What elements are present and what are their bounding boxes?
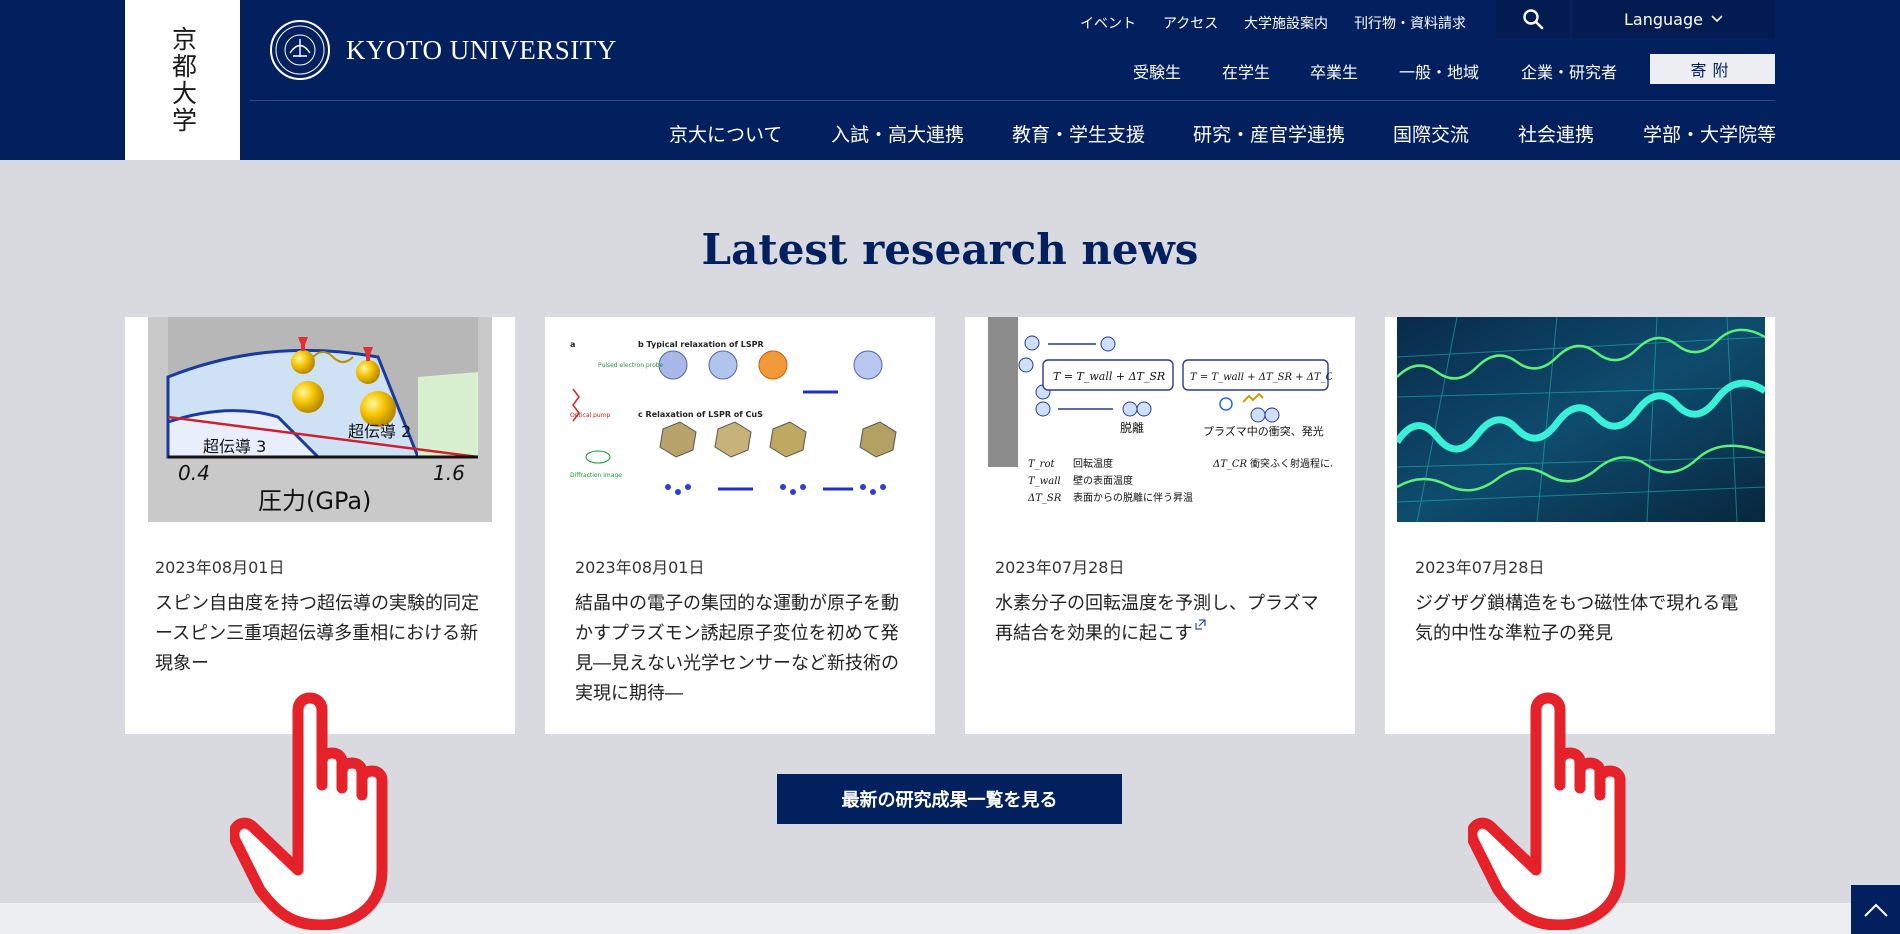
news-title[interactable]: 結晶中の電子の集団的な運動が原子を動かすプラズモン誘起原子変位を初めて発見―見え… (575, 589, 910, 709)
figure-label-plasma: プラズマ中の衝突、発光 (1203, 424, 1324, 438)
svg-text:T_wall: T_wall (1028, 476, 1061, 487)
util-link-facilities[interactable]: 大学施設案内 (1244, 13, 1328, 33)
donate-button[interactable]: 寄附 (1650, 54, 1775, 84)
figure-label-sr: 表面からの脱離に伴う昇温 (1073, 491, 1193, 504)
svg-text:ΔT_SR: ΔT_SR (1027, 493, 1062, 504)
audience-link-alumni[interactable]: 卒業生 (1310, 59, 1358, 83)
news-date: 2023年08月01日 (155, 558, 285, 577)
news-card[interactable]: a b Typical relaxation of LSPR c Relaxat… (545, 317, 935, 734)
language-selector[interactable]: Language (1572, 0, 1775, 38)
news-title[interactable]: スピン自由度を持つ超伝導の実験的同定ースピン三重項超伝導多重相における新現象ー (155, 589, 490, 679)
audience-link-public[interactable]: 一般・地域 (1399, 59, 1479, 83)
brand-vertical-box[interactable]: 京都大学 (125, 0, 240, 160)
news-title[interactable]: ジグザグ鎖構造をもつ磁性体で現れる電気的中性な準粒子の発見 (1415, 589, 1750, 649)
view-all-research-button[interactable]: 最新の研究成果一覧を見る (777, 774, 1122, 824)
figure-panel-c: c Relaxation of LSPR of CuS (638, 410, 763, 419)
figure-label-diffraction: Diffraction image (570, 472, 622, 479)
external-link-icon (1195, 619, 1206, 630)
news-image-phase-diagram: 超伝導 2 超伝導 3 0.4 1.6 圧力(GPa) (148, 317, 492, 522)
news-date: 2023年08月01日 (575, 558, 705, 577)
util-link-access[interactable]: アクセス (1163, 13, 1218, 33)
news-card[interactable]: 超伝導 2 超伝導 3 0.4 1.6 圧力(GPa) 2023年08月01日 … (125, 317, 515, 734)
util-link-publications[interactable]: 刊行物・資料請求 (1354, 13, 1466, 33)
back-to-top-button[interactable] (1851, 885, 1900, 934)
svg-text:T_rot: T_rot (1028, 459, 1055, 470)
news-image-hydrogen-figure: T = T_wall + ΔT_SR T = T_wall + ΔT_SR + … (988, 317, 1332, 522)
main-nav-faculties[interactable]: 学部・大学院等 (1643, 120, 1776, 147)
util-link-events[interactable]: イベント (1080, 13, 1136, 33)
figure-panel-a: a (570, 340, 575, 349)
chevron-up-icon (1863, 903, 1888, 917)
figure-label-wall-temp: 壁の表面温度 (1073, 474, 1133, 487)
news-date: 2023年07月28日 (995, 558, 1125, 577)
news-image-plasmon-figure: a b Typical relaxation of LSPR c Relaxat… (568, 317, 912, 522)
university-seal-icon (270, 20, 330, 80)
brand-vertical-name: 京都大学 (168, 26, 198, 134)
axis-label-pressure: 圧力(GPa) (258, 487, 371, 515)
news-date: 2023年07月28日 (1415, 558, 1545, 577)
svg-text:T = T_wall + ΔT_SR: T = T_wall + ΔT_SR (1053, 370, 1165, 383)
axis-tick-high: 1.6 (433, 461, 465, 485)
language-label: Language (1624, 9, 1703, 29)
search-button[interactable] (1496, 0, 1570, 38)
figure-label-rot-temp: 回転温度 (1073, 457, 1113, 470)
phase-label-sc2: 超伝導 2 (348, 422, 411, 441)
main-nav-community[interactable]: 社会連携 (1518, 120, 1594, 147)
header-divider (250, 100, 1775, 101)
chevron-down-icon (1711, 15, 1723, 23)
university-logo[interactable]: KYOTO UNIVERSITY (270, 20, 617, 80)
axis-tick-low: 0.4 (178, 461, 210, 485)
main-nav-about[interactable]: 京大について (669, 120, 782, 147)
audience-link-industry[interactable]: 企業・研究者 (1521, 59, 1617, 83)
main-nav-education[interactable]: 教育・学生支援 (1012, 120, 1145, 147)
figure-label-desorption: 脱離 (1120, 420, 1144, 435)
figure-panel-b: b Typical relaxation of LSPR (638, 340, 764, 349)
news-card[interactable]: 2023年07月28日 ジグザグ鎖構造をもつ磁性体で現れる電気的中性な準粒子の発… (1385, 317, 1775, 734)
figure-label-cr: 衝突ふく射過程による昇温 (1250, 457, 1332, 470)
main-nav-international[interactable]: 国際交流 (1393, 120, 1469, 147)
svg-text:ΔT_CR: ΔT_CR (1212, 459, 1248, 470)
audience-link-students[interactable]: 在学生 (1222, 59, 1270, 83)
phase-label-sc3: 超伝導 3 (203, 437, 266, 456)
search-icon (1523, 9, 1544, 30)
footer-band (0, 903, 1900, 934)
news-card[interactable]: T = T_wall + ΔT_SR T = T_wall + ΔT_SR + … (965, 317, 1355, 734)
news-title[interactable]: 水素分子の回転温度を予測し、プラズマ再結合を効果的に起こす (995, 589, 1330, 649)
main-nav-admissions[interactable]: 入試・高大連携 (831, 120, 964, 147)
figure-label-probe: Pulsed electron probe (598, 362, 664, 369)
news-title-text: 水素分子の回転温度を予測し、プラズマ再結合を効果的に起こす (995, 593, 1319, 644)
news-image-quasiparticle (1397, 317, 1765, 522)
main-nav-research[interactable]: 研究・産官学連携 (1193, 120, 1345, 147)
figure-label-pump: Optical pump (570, 412, 611, 419)
audience-link-applicants[interactable]: 受験生 (1133, 59, 1181, 83)
svg-text:T = T_wall + ΔT_SR + ΔT_CR: T = T_wall + ΔT_SR + ΔT_CR (1190, 372, 1332, 383)
section-title: Latest research news (701, 225, 1199, 274)
university-name: KYOTO UNIVERSITY (346, 34, 617, 65)
site-header: 京都大学 KYOTO UNIVERSITY イベント アクセス 大学施設案内 刊… (0, 0, 1900, 160)
